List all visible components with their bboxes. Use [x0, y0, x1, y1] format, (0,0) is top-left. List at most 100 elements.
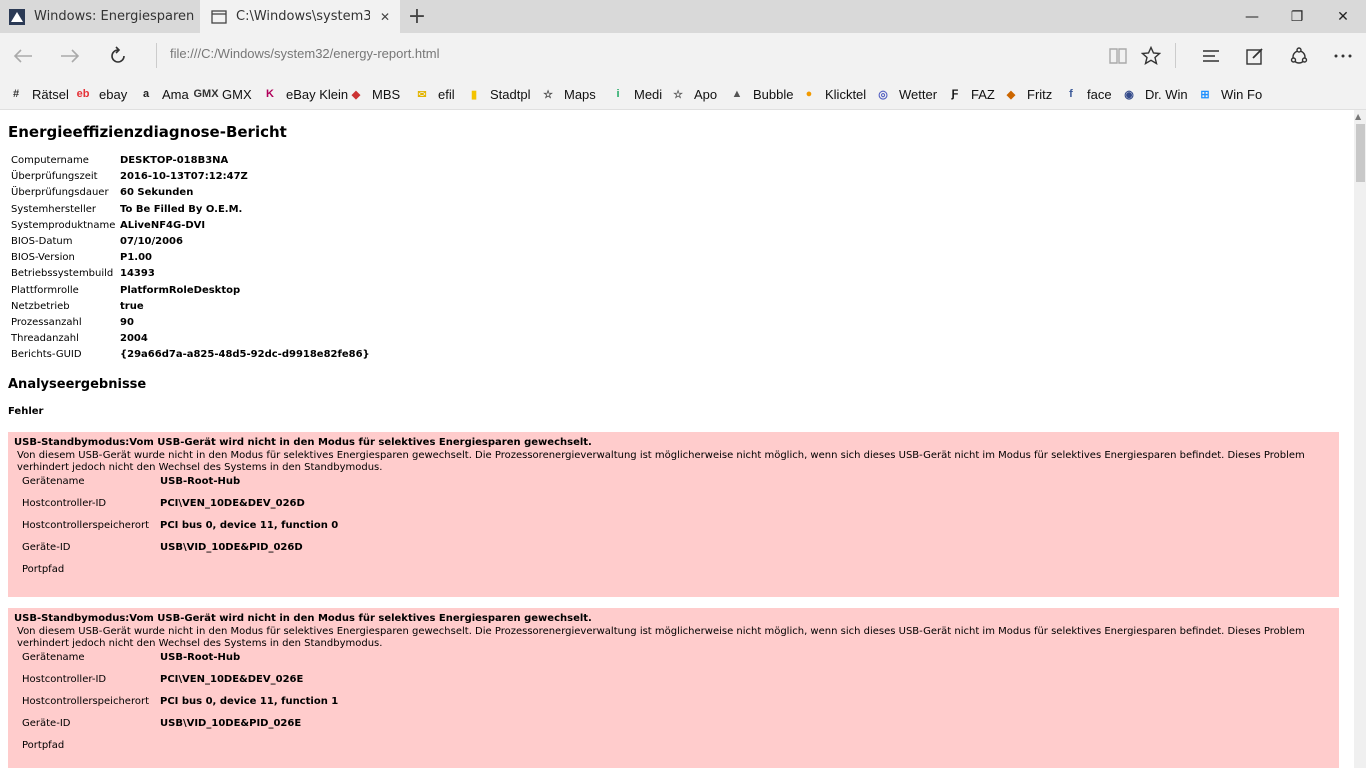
favorite-14[interactable]: Ƒ FAZ [947, 84, 995, 104]
info-value: true [120, 300, 144, 312]
info-key: Computername [11, 155, 89, 166]
tab-energiesparen[interactable]: Windows: Energiesparen – P [0, 0, 199, 33]
info-row: Prozessanzahl 90 [11, 317, 370, 333]
favorite-5[interactable]: ◆ MBS [348, 84, 400, 104]
error-details: Gerätename USB-Root-Hub Hostcontroller-ID P… [22, 652, 1333, 762]
close-tab-icon[interactable]: ✕ [378, 10, 392, 24]
favorite-site-icon: Ƒ [951, 88, 959, 100]
favorite-0[interactable]: # Rätsel [8, 84, 69, 104]
page-title: Energieeffizienzdiagnose-Bericht [8, 123, 287, 141]
detail-row: Portpfad [22, 564, 1333, 586]
info-key: Prozessanzahl [11, 316, 82, 328]
share-icon[interactable] [1285, 42, 1313, 70]
favorite-11[interactable]: ▲ Bubble [729, 84, 794, 104]
web-note-icon[interactable] [1241, 42, 1269, 70]
detail-key: Geräte-ID [22, 542, 71, 553]
favorite-label: Ama [162, 86, 189, 102]
vertical-scrollbar[interactable] [1354, 110, 1366, 768]
error-box: USB-Standbymodus:Vom USB-Gerät wird nich… [8, 432, 1339, 597]
error-title: USB-Standbymodus:Vom USB-Gerät wird nich… [14, 437, 592, 448]
favorite-label: Fritz [1027, 86, 1053, 102]
favorite-star-icon[interactable] [1137, 42, 1165, 70]
detail-key: Hostcontroller-ID [22, 498, 107, 509]
detail-row: Gerätename USB-Root-Hub [22, 476, 1333, 498]
back-button[interactable] [8, 41, 38, 71]
favorite-label: efil [438, 86, 455, 102]
favorite-label: Stadtpl [490, 86, 531, 102]
favorites-bar: # Rätsel eb ebay a Ama GMX GMX KeBay Klein ◆ MBS ✉ e… [0, 78, 1366, 110]
favorite-site-icon: # [12, 88, 20, 100]
favorite-site-icon: ▮ [470, 88, 478, 101]
info-value: 60 Sekunden [120, 187, 194, 199]
favorite-6[interactable]: ✉ efil [414, 84, 455, 104]
favorite-site-icon: ✉ [417, 88, 427, 101]
minimize-button[interactable]: — [1229, 0, 1275, 33]
favorite-label: Wetter [899, 86, 938, 102]
favorite-label: Rätsel [32, 86, 69, 102]
detail-key: Gerätename [22, 652, 85, 663]
page-icon [210, 8, 228, 26]
detail-value: USB\VID_10DE&PID_026D [160, 542, 303, 553]
reading-view-icon[interactable] [1104, 42, 1132, 70]
detail-key: Portpfad [22, 564, 65, 575]
favorite-label: FAZ [971, 86, 995, 102]
favorite-site-icon: ☆ [543, 88, 553, 101]
favorite-17[interactable]: ◉ Dr. Win [1121, 84, 1187, 104]
favorite-18[interactable]: ⊞ Win Fo [1197, 84, 1262, 104]
favorite-12[interactable]: ● Klicktel [801, 84, 867, 104]
restore-button[interactable]: ❐ [1274, 0, 1320, 33]
favorite-site-icon: ◆ [1006, 88, 1016, 101]
hub-icon[interactable] [1197, 42, 1225, 70]
info-value: 14393 [120, 268, 155, 280]
favorite-8[interactable]: ☆ Maps [540, 84, 596, 104]
info-value: 07/10/2006 [120, 235, 183, 247]
favorite-13[interactable]: ◎ Wetter [875, 84, 937, 104]
tab-energy-report[interactable]: C:\Windows\system32\e ✕ [200, 0, 400, 33]
detail-key: Gerätename [22, 476, 85, 487]
info-value: 2004 [120, 333, 148, 345]
favorite-10[interactable]: ☆ Apo [670, 84, 717, 104]
detail-row: Hostcontroller-ID PCI\VEN_10DE&DEV_026D [22, 498, 1333, 520]
detail-key: Geräte-ID [22, 718, 71, 729]
favorite-4[interactable]: KeBay Klein [262, 84, 348, 104]
favorite-3[interactable]: GMX GMX [193, 84, 251, 104]
close-window-button[interactable]: ✕ [1320, 0, 1366, 33]
favorite-9[interactable]: i Medi [610, 84, 662, 104]
error-description: Von diesem USB-Gerät wurde nicht in den … [17, 450, 1305, 473]
refresh-button[interactable] [103, 41, 133, 71]
info-row: Systemhersteller To Be Filled By O.E.M. [11, 204, 370, 220]
info-value: PlatformRoleDesktop [120, 284, 241, 296]
favorite-label: Win Fo [1221, 86, 1263, 102]
info-value: {29a66d7a-a825-48d5-92dc-d9918e82fe86} [120, 349, 370, 361]
favorite-site-icon: ☆ [673, 88, 683, 101]
address-field[interactable]: file:///C:/Windows/system32/energy-repor… [170, 46, 439, 61]
favorite-label: Klicktel [825, 86, 867, 102]
info-value: P1.00 [120, 252, 153, 264]
new-tab-button[interactable]: + [405, 0, 429, 33]
info-value: ALiveNF4G-DVI [120, 219, 206, 231]
more-options-icon[interactable] [1329, 42, 1357, 70]
detail-key: Hostcontrollerspeicherort [22, 520, 149, 531]
scrollbar-thumb[interactable] [1356, 124, 1365, 182]
favorite-site-icon: a [142, 88, 150, 100]
info-row: Threadanzahl 2004 [11, 333, 370, 349]
scroll-up-icon[interactable]: ▲ [1355, 112, 1361, 121]
info-key: Netzbetrieb [11, 300, 70, 312]
favorite-label: Bubble [753, 86, 794, 102]
favorite-label: Maps [564, 86, 596, 102]
favorite-site-icon: i [616, 88, 620, 100]
favorite-1[interactable]: eb ebay [75, 84, 128, 104]
favorite-site-icon: ◎ [878, 88, 888, 101]
favorite-2[interactable]: a Ama [138, 84, 189, 104]
navigation-bar: file:///C:/Windows/system32/energy-repor… [0, 33, 1366, 78]
detail-row: Gerätename USB-Root-Hub [22, 652, 1333, 674]
error-box: USB-Standbymodus:Vom USB-Gerät wird nich… [8, 608, 1339, 768]
error-description: Von diesem USB-Gerät wurde nicht in den … [17, 626, 1305, 649]
info-key: Threadanzahl [11, 333, 79, 345]
favorite-7[interactable]: ▮ Stadtpl [466, 84, 531, 104]
favorite-15[interactable]: ◆ Fritz [1003, 84, 1053, 104]
detail-value: USB-Root-Hub [160, 476, 241, 487]
favorite-16[interactable]: f face [1063, 84, 1111, 104]
forward-button[interactable] [55, 41, 85, 71]
info-key: Systemhersteller [11, 203, 96, 215]
